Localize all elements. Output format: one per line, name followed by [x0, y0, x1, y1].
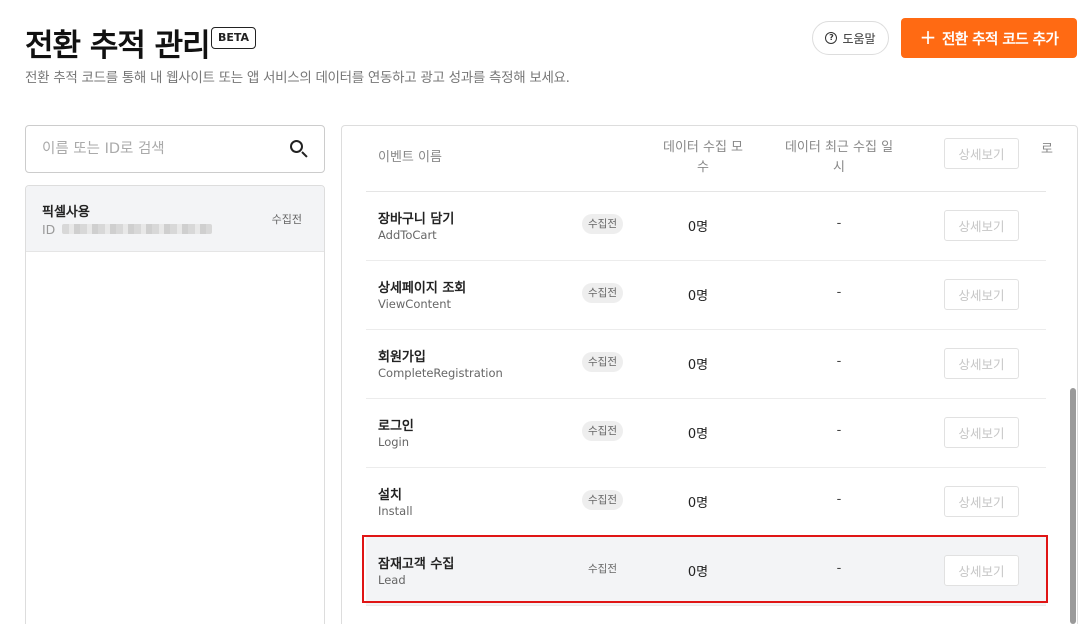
page-subtitle: 전환 추적 코드를 통해 내 웹사이트 또는 앱 서비스의 데이터를 연동하고 …: [25, 70, 570, 86]
table-row-selected[interactable]: 잠재고객 수집 Lead 수집전 0명 - 상세보기: [366, 537, 1046, 606]
status-badge: 수집전: [582, 214, 623, 234]
pixel-status: 수집전: [271, 213, 302, 226]
pixel-id-label: ID: [42, 222, 56, 237]
detail-button[interactable]: 상세보기: [944, 417, 1019, 448]
event-recent: -: [836, 492, 842, 507]
detail-button[interactable]: 상세보기: [944, 279, 1019, 310]
event-code: Login: [378, 435, 410, 449]
table-row: 장바구니 담기 AddToCart 수집전 0명 - 상세보기: [366, 192, 1046, 261]
help-button[interactable]: ? 도움말: [812, 21, 889, 55]
column-header-event-name: 이벤트 이름: [378, 150, 442, 165]
status-badge: 수집전: [582, 283, 623, 303]
status-badge: 수집전: [582, 490, 623, 510]
table-row: 로그인 Login 수집전 0명 - 상세보기: [366, 399, 1046, 468]
pixel-name: 픽셀사용: [42, 205, 90, 220]
event-count: 0명: [687, 358, 709, 373]
event-name: 장바구니 담기: [378, 212, 455, 227]
search-input[interactable]: [42, 141, 290, 157]
event-code: Lead: [378, 573, 406, 587]
detail-button[interactable]: 상세보기: [944, 486, 1019, 517]
event-name: 로그인: [378, 419, 414, 434]
plus-icon: +: [919, 25, 937, 49]
event-count: 0명: [687, 289, 709, 304]
event-code: Install: [378, 504, 413, 518]
pixel-list: 픽셀사용 ID 수집전: [25, 185, 325, 624]
detail-button[interactable]: 상세보기: [944, 210, 1019, 241]
event-count: 0명: [687, 565, 709, 580]
status-badge: 수집전: [582, 421, 623, 441]
detail-button[interactable]: 상세보기: [944, 348, 1019, 379]
event-count: 0명: [687, 496, 709, 511]
event-recent: -: [836, 354, 842, 369]
table-header: 이벤트 이름 데이터 수집 모수 데이터 최근 수집 일시 로 상세보기: [366, 126, 1053, 192]
add-button-label: 전환 추적 코드 추가: [941, 31, 1059, 48]
status-badge: 수집전: [582, 352, 623, 372]
search-icon[interactable]: [290, 140, 308, 158]
status-badge: 수집전: [588, 563, 617, 575]
event-name: 상세페이지 조회: [378, 281, 467, 296]
event-name: 설치: [378, 488, 402, 503]
event-name: 회원가입: [378, 350, 426, 365]
search-box: [25, 125, 325, 173]
column-header-recent: 데이터 최근 수집 일시: [784, 140, 894, 175]
pixel-list-item[interactable]: 픽셀사용 ID 수집전: [26, 186, 324, 252]
column-header-count: 데이터 수집 모수: [662, 140, 744, 175]
event-count: 0명: [687, 220, 709, 235]
event-count: 0명: [687, 427, 709, 442]
column-header-peek: 로: [1041, 142, 1053, 157]
scrollbar[interactable]: [1070, 388, 1076, 624]
table-row: 설치 Install 수집전 0명 - 상세보기: [366, 468, 1046, 537]
event-recent: -: [836, 285, 842, 300]
event-recent: -: [836, 216, 842, 231]
events-panel: 이벤트 이름 데이터 수집 모수 데이터 최근 수집 일시 로 상세보기 장바구…: [341, 125, 1078, 624]
page-title: 전환 추적 관리: [25, 28, 211, 64]
add-tracking-code-button[interactable]: + 전환 추적 코드 추가: [901, 18, 1077, 58]
event-name: 잠재고객 수집: [378, 557, 455, 572]
beta-badge: BETA: [211, 27, 257, 49]
table-row: 회원가입 CompleteRegistration 수집전 0명 - 상세보기: [366, 330, 1046, 399]
help-button-label: 도움말: [842, 31, 876, 46]
event-code: CompleteRegistration: [378, 366, 503, 380]
event-code: AddToCart: [378, 228, 437, 242]
event-recent: -: [836, 423, 842, 438]
event-code: ViewContent: [378, 297, 452, 311]
pixel-id-redacted: [62, 224, 212, 234]
detail-button[interactable]: 상세보기: [944, 138, 1019, 169]
detail-button[interactable]: 상세보기: [944, 555, 1019, 586]
event-recent: -: [836, 561, 842, 576]
question-circle-icon: ?: [825, 32, 838, 44]
table-row: 상세페이지 조회 ViewContent 수집전 0명 - 상세보기: [366, 261, 1046, 330]
